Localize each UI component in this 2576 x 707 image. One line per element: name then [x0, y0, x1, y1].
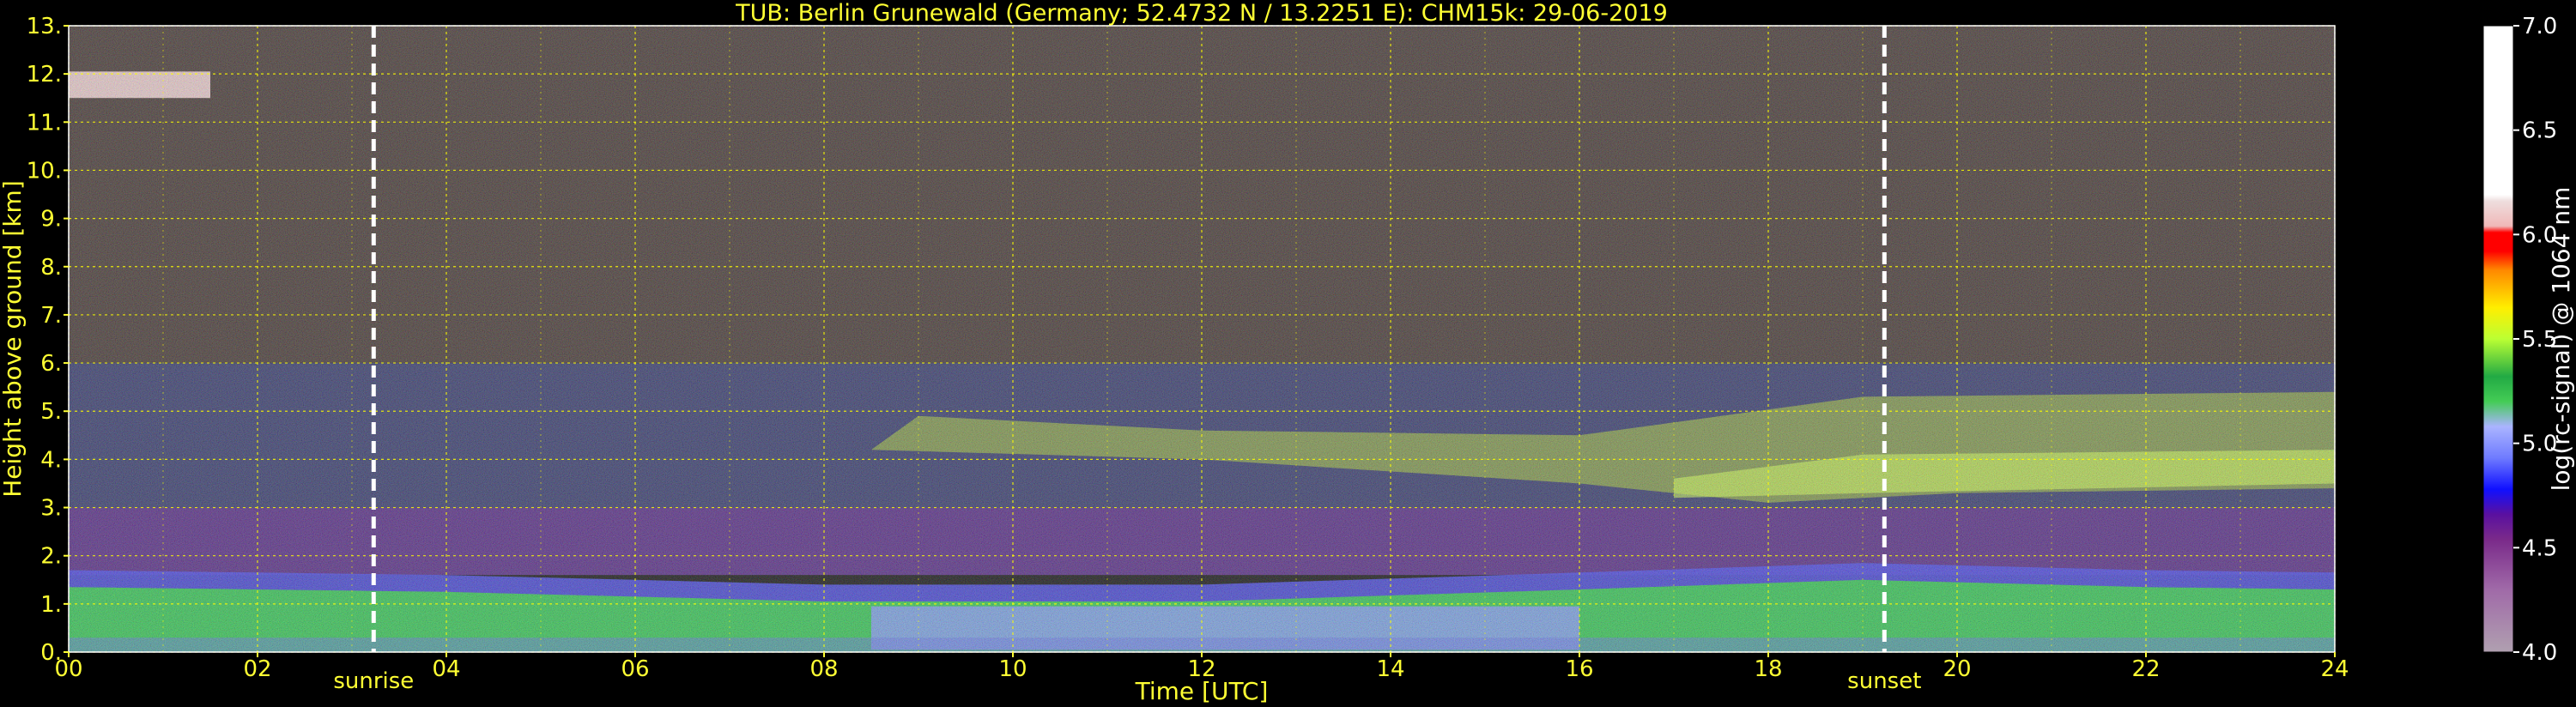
y-tick-label: 8.: [40, 255, 62, 281]
y-tick-label: 0.: [40, 640, 62, 666]
y-tick-label: 1.: [40, 592, 62, 618]
y-tick-label: 5.: [40, 399, 62, 425]
chart-title: TUB: Berlin Grunewald (Germany; 52.4732 …: [735, 0, 1668, 27]
sunrise-label: sunrise: [333, 668, 414, 694]
x-tick-label: 16: [1565, 656, 1593, 682]
colorbar-label: log(rc-signal) @ 1064 nm: [2547, 187, 2575, 492]
y-tick-label: 11.: [27, 110, 62, 136]
x-tick-label: 24: [2320, 656, 2349, 682]
colorbar-tick-label: 6.5: [2522, 118, 2557, 144]
x-tick-label: 06: [621, 656, 649, 682]
x-tick-label: 02: [243, 656, 271, 682]
x-axis-label: Time [UTC]: [1135, 677, 1269, 705]
y-tick-label: 7.: [40, 303, 62, 329]
colorbar-tick-label: 4.5: [2522, 535, 2557, 561]
x-tick-label: 08: [809, 656, 838, 682]
y-axis-label: Height above ground [km]: [0, 180, 27, 498]
y-tick-label: 12.: [27, 62, 62, 88]
x-tick-label: 18: [1754, 656, 1782, 682]
y-tick-label: 3.: [40, 496, 62, 522]
colorbar-tick-label: 7.0: [2522, 14, 2557, 39]
y-tick-label: 2.: [40, 544, 62, 570]
x-tick-label: 10: [998, 656, 1027, 682]
x-tick-label: 14: [1376, 656, 1404, 682]
y-tick-label: 4.: [40, 447, 62, 473]
y-tick-label: 10.: [27, 158, 62, 184]
y-tick-label: 9.: [40, 207, 62, 233]
x-tick-label: 04: [432, 656, 460, 682]
colorbar-gradient: [2482, 25, 2514, 653]
x-tick-label: 20: [1943, 656, 1971, 682]
lidar-backscatter-chart: sunrise sunset 00 02 04 06 08 10 12 14 16 18 20 22 24…: [0, 0, 2575, 705]
y-tick-label: 6.: [40, 351, 62, 377]
colorbar-tick-label: 4.0: [2522, 640, 2557, 666]
sunset-label: sunset: [1847, 668, 1921, 694]
x-tick-label: 22: [2131, 656, 2160, 682]
y-tick-label: 13.: [27, 14, 62, 39]
